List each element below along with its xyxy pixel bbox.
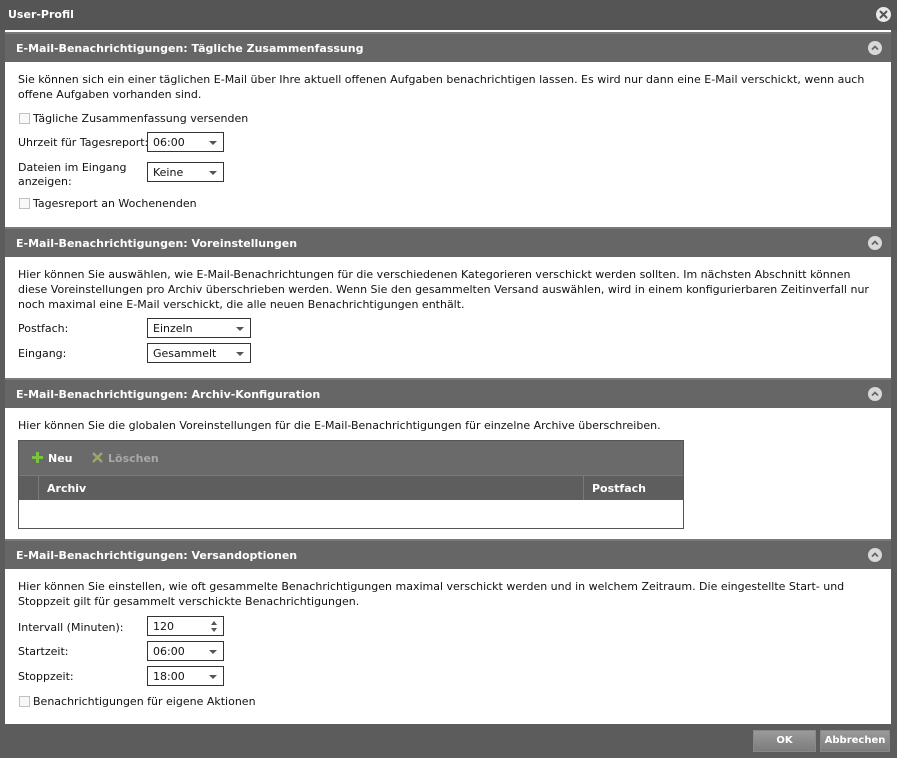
ok-button[interactable]: OK xyxy=(753,730,816,752)
files-in-inbox-label: Dateien im Eingang anzeigen: xyxy=(18,161,127,188)
eingang-value: Gesammelt xyxy=(153,347,217,360)
files-in-inbox-value: Keine xyxy=(153,166,184,179)
postfach-select[interactable]: Einzeln xyxy=(147,318,251,338)
postfach-label: Postfach: xyxy=(18,322,69,335)
section-title: E-Mail-Benachrichtigungen: Tägliche Zusa… xyxy=(16,42,364,55)
archive-grid[interactable]: Neu Löschen Archiv Postfach xyxy=(18,440,684,529)
interval-label: Intervall (Minuten): xyxy=(18,621,124,634)
start-time-value: 06:00 xyxy=(153,645,185,658)
chevron-down-icon xyxy=(236,352,244,356)
report-time-label: Uhrzeit für Tagesreport: xyxy=(18,136,149,149)
delete-button-label: Löschen xyxy=(108,452,159,465)
start-time-select[interactable]: 06:00 xyxy=(147,641,224,661)
section-header-defaults[interactable]: E-Mail-Benachrichtigungen: Voreinstellun… xyxy=(5,227,891,257)
user-profile-dialog: User-Profil E-Mail-Benachrichtigungen: T… xyxy=(0,0,897,758)
postfach-value: Einzeln xyxy=(153,322,193,335)
section-header-daily[interactable]: E-Mail-Benachrichtigungen: Tägliche Zusa… xyxy=(5,32,891,62)
chevron-up-icon[interactable] xyxy=(868,236,882,250)
dialog-titlebar[interactable]: User-Profil xyxy=(0,0,897,30)
column-archiv[interactable]: Archiv xyxy=(39,476,584,500)
send-summary-checkbox[interactable] xyxy=(19,113,30,124)
interval-spinner[interactable]: 120 xyxy=(147,616,224,636)
stop-time-label: Stoppzeit: xyxy=(18,670,74,683)
plus-icon xyxy=(31,451,44,467)
section-title: E-Mail-Benachrichtigungen: Voreinstellun… xyxy=(16,237,298,250)
section-description: Hier können Sie die globalen Voreinstell… xyxy=(18,419,661,432)
spin-down-icon[interactable] xyxy=(211,628,217,632)
own-actions-checkbox[interactable] xyxy=(19,696,30,707)
chevron-down-icon xyxy=(209,650,217,654)
report-time-value: 06:00 xyxy=(153,136,185,149)
section-header-delivery[interactable]: E-Mail-Benachrichtigungen: Versandoption… xyxy=(5,539,891,569)
dialog-content[interactable]: E-Mail-Benachrichtigungen: Tägliche Zusa… xyxy=(5,30,891,724)
weekends-checkbox[interactable] xyxy=(19,198,30,209)
x-icon xyxy=(91,451,104,467)
section-title: E-Mail-Benachrichtigungen: Versandoption… xyxy=(16,549,298,562)
spin-up-icon[interactable] xyxy=(211,621,217,625)
eingang-label: Eingang: xyxy=(18,347,67,360)
chevron-up-icon[interactable] xyxy=(868,548,882,562)
section-description: Hier können Sie einstellen, wie oft gesa… xyxy=(18,580,845,608)
cancel-button[interactable]: Abbrechen xyxy=(820,730,890,752)
section-description: Sie können sich ein einer täglichen E-Ma… xyxy=(18,73,865,101)
eingang-select[interactable]: Gesammelt xyxy=(147,343,251,363)
chevron-down-icon xyxy=(209,675,217,679)
grid-toolbar: Neu Löschen xyxy=(19,441,683,475)
chevron-up-icon[interactable] xyxy=(868,41,882,55)
interval-value: 120 xyxy=(153,620,174,633)
section-header-archive[interactable]: E-Mail-Benachrichtigungen: Archiv-Konfig… xyxy=(5,378,891,408)
files-in-inbox-select[interactable]: Keine xyxy=(147,162,224,182)
stop-time-select[interactable]: 18:00 xyxy=(147,666,224,686)
stop-time-value: 18:00 xyxy=(153,670,185,683)
row-selector-column xyxy=(19,476,39,500)
start-time-label: Startzeit: xyxy=(18,645,69,658)
section-title: E-Mail-Benachrichtigungen: Archiv-Konfig… xyxy=(16,388,321,401)
column-archiv-label: Archiv xyxy=(47,482,87,495)
dialog-title: User-Profil xyxy=(8,8,74,21)
new-button-label: Neu xyxy=(48,452,73,465)
column-postfach-label: Postfach xyxy=(592,482,646,495)
chevron-up-icon[interactable] xyxy=(868,387,882,401)
weekends-label: Tagesreport an Wochenenden xyxy=(33,197,197,210)
grid-column-header: Archiv Postfach xyxy=(19,475,683,500)
close-icon[interactable] xyxy=(876,7,891,22)
chevron-down-icon xyxy=(236,327,244,331)
column-postfach[interactable]: Postfach xyxy=(584,476,683,500)
chevron-down-icon xyxy=(209,171,217,175)
chevron-down-icon xyxy=(209,141,217,145)
report-time-select[interactable]: 06:00 xyxy=(147,132,224,152)
send-summary-label: Tägliche Zusammenfassung versenden xyxy=(33,112,249,125)
own-actions-label: Benachrichtigungen für eigene Aktionen xyxy=(33,695,256,708)
dialog-footer: OK Abbrechen xyxy=(0,724,897,758)
section-description: Hier können Sie auswählen, wie E-Mail-Be… xyxy=(18,268,869,311)
